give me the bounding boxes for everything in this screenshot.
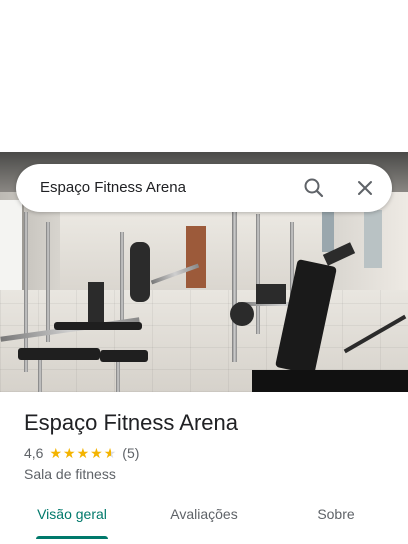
search-icon[interactable]	[302, 176, 326, 200]
photo-machine	[88, 282, 104, 322]
photo-poster	[322, 212, 334, 252]
star-icon: ★	[90, 445, 103, 461]
star-icon: ★	[49, 445, 63, 461]
photo-bench-leg	[116, 362, 120, 392]
photo-bench	[18, 348, 100, 360]
photo-treadmill-belt	[252, 370, 408, 392]
photo-bench	[54, 322, 142, 330]
photo-machine-frame	[256, 214, 260, 334]
photo-machine	[130, 242, 150, 302]
photo-machine-frame	[120, 232, 124, 322]
tab-reviews[interactable]: Avaliações	[156, 496, 252, 536]
tab-bar: Visão geral Avaliações Sobre	[0, 496, 408, 544]
photo-machine-frame	[232, 212, 237, 362]
place-title: Espaço Fitness Arena	[24, 410, 239, 435]
place-category: Sala de fitness	[24, 466, 116, 482]
review-count[interactable]: (5)	[122, 445, 139, 461]
star-icon: ★	[63, 445, 76, 461]
star-rating: ★ ★ ★ ★ ★	[49, 446, 116, 460]
photo-machine	[256, 284, 286, 304]
photo-weight-plate	[230, 302, 254, 326]
half-star-icon: ★	[103, 445, 117, 461]
photo-door	[186, 226, 206, 288]
top-blank-area	[0, 0, 408, 152]
search-input[interactable]: Espaço Fitness Arena	[40, 164, 186, 212]
photo-bench	[100, 350, 148, 362]
rating-row[interactable]: 4,6 ★ ★ ★ ★ ★ (5)	[24, 444, 139, 462]
star-icon: ★	[76, 445, 90, 461]
close-icon[interactable]	[353, 176, 377, 200]
tab-about[interactable]: Sobre	[288, 496, 384, 536]
active-tab-indicator	[36, 536, 108, 539]
photo-machine-frame	[46, 222, 50, 342]
photo-poster	[364, 210, 382, 268]
search-bar[interactable]: Espaço Fitness Arena	[16, 164, 392, 212]
rating-value: 4,6	[24, 445, 44, 461]
photo-bench-leg	[38, 360, 42, 392]
tab-overview[interactable]: Visão geral	[24, 496, 120, 536]
